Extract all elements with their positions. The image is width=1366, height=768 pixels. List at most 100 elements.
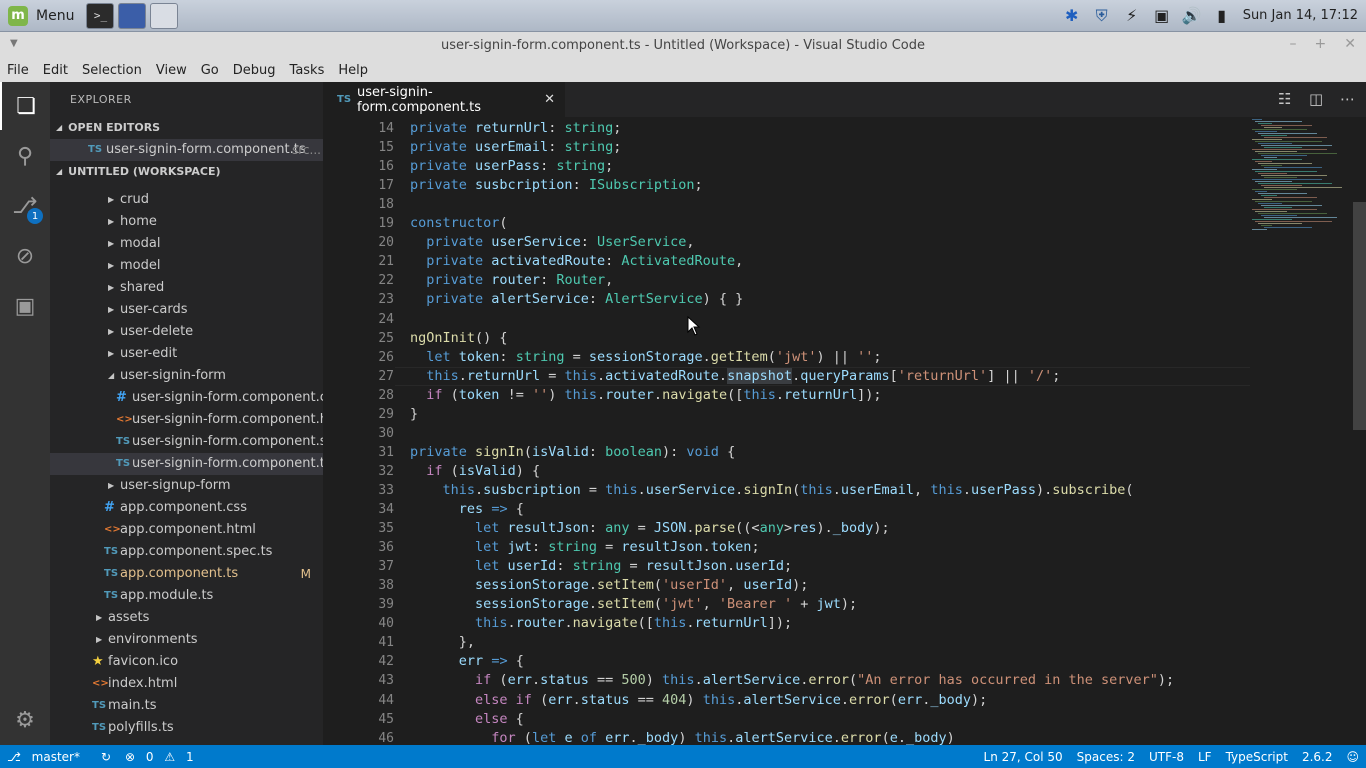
minimap-line	[1255, 171, 1317, 172]
menu-file[interactable]: File	[0, 63, 36, 78]
tree-item[interactable]: <> index.html	[50, 673, 323, 695]
tree-item-label: shared	[120, 280, 165, 295]
line-number: 15	[378, 140, 394, 156]
tree-item[interactable]: TS app.component.ts M	[50, 563, 323, 585]
tree-item[interactable]: TS main.ts	[50, 695, 323, 717]
minimap-line	[1261, 215, 1297, 216]
shield-icon[interactable]: ⛨	[1091, 5, 1113, 27]
menu-bar: File Edit Selection View Go Debug Tasks …	[0, 59, 1366, 82]
tree-item[interactable]: TS app.module.ts	[50, 585, 323, 607]
line-ending[interactable]: LF	[1191, 750, 1219, 764]
tree-item[interactable]: ▶ shared	[50, 277, 323, 299]
sync-icon[interactable]: ↻	[94, 750, 118, 764]
window-title: user-signin-form.component.ts - Untitled…	[440, 38, 926, 53]
menu-help[interactable]: Help	[331, 63, 375, 78]
code-line: res => {	[458, 501, 524, 517]
terminal-launcher-icon[interactable]: >_	[86, 2, 115, 29]
code-editor[interactable]: 14 private returnUrl: string; 15 private us…	[323, 117, 1366, 745]
close-tab-icon[interactable]: ✕	[544, 92, 555, 107]
maximize-icon[interactable]: +	[1315, 36, 1327, 52]
minimap-line	[1252, 219, 1292, 220]
minimap-line	[1252, 199, 1272, 200]
line-number: 21	[378, 254, 394, 270]
indentation[interactable]: Spaces: 2	[1070, 750, 1142, 764]
network-icon[interactable]: ⚡	[1121, 5, 1143, 27]
tree-item[interactable]: ▶ home	[50, 211, 323, 233]
explorer-icon[interactable]: ❏	[0, 82, 50, 130]
mint-logo-icon: m	[8, 5, 28, 26]
minimap-line	[1255, 141, 1322, 142]
collapsed-icon: ▶	[108, 349, 115, 358]
window-menu-icon[interactable]: ▼	[10, 38, 18, 49]
tree-item[interactable]: ▶ user-cards	[50, 299, 323, 321]
tree-item[interactable]: ★ favicon.ico	[50, 651, 323, 673]
ts-version[interactable]: 2.6.2	[1295, 750, 1340, 764]
open-changes-icon[interactable]: ☷	[1278, 90, 1291, 108]
tree-item[interactable]: ▶ crud	[50, 189, 323, 211]
git-branch[interactable]: ⎇ master*	[0, 750, 94, 764]
bluetooth-icon[interactable]: ✱	[1061, 5, 1083, 27]
menu-view[interactable]: View	[149, 63, 194, 78]
encoding[interactable]: UTF-8	[1142, 750, 1191, 764]
code-line: let resultJson: any = JSON.parse((<any>r…	[475, 520, 890, 537]
feedback-smiley-icon[interactable]: ☺	[1339, 750, 1366, 764]
tree-item[interactable]: ◢ user-signin-form	[50, 365, 323, 387]
code-line: private susbcription: ISubscription;	[410, 177, 703, 194]
source-control-icon[interactable]: ⎇	[0, 182, 50, 230]
volume-icon[interactable]: 🔊	[1181, 5, 1203, 27]
tree-item[interactable]: TS app.component.spec.ts	[50, 541, 323, 563]
language-mode[interactable]: TypeScript	[1219, 750, 1295, 764]
extensions-icon[interactable]: ▣	[0, 282, 50, 330]
tree-item[interactable]: ▶ user-signup-form	[50, 475, 323, 497]
debug-icon[interactable]: ⊘	[0, 232, 50, 280]
tree-item[interactable]: ▶ user-delete	[50, 321, 323, 343]
line-number: 22	[378, 273, 394, 289]
split-editor-icon[interactable]: ◫	[1309, 90, 1323, 108]
tree-item[interactable]: ▶ environments	[50, 629, 323, 651]
battery-icon[interactable]: ▮	[1211, 5, 1233, 27]
tab-user-signin-form-ts[interactable]: TS user-signin-form.component.ts ✕	[323, 82, 565, 117]
more-actions-icon[interactable]: ⋯	[1340, 90, 1355, 108]
menu-selection[interactable]: Selection	[75, 63, 149, 78]
tree-item[interactable]: TS user-signin-form.component.ts	[50, 453, 323, 475]
tree-item[interactable]: ▶ user-edit	[50, 343, 323, 365]
tree-item[interactable]: ▶ model	[50, 255, 323, 277]
menu-go[interactable]: Go	[194, 63, 226, 78]
line-number: 35	[378, 521, 394, 537]
menu-edit[interactable]: Edit	[36, 63, 75, 78]
minimap-line	[1252, 129, 1307, 130]
cursor-position[interactable]: Ln 27, Col 50	[977, 750, 1070, 764]
workspace-header[interactable]: ◢ UNTITLED (WORKSPACE)	[50, 161, 323, 183]
tree-item[interactable]: TS polyfills.ts	[50, 717, 323, 739]
tree-item[interactable]: # user-signin-form.component.css	[50, 387, 323, 409]
tree-item[interactable]: TS user-signin-form.component.s...	[50, 431, 323, 453]
window-launcher-icon[interactable]	[150, 2, 179, 29]
tree-item[interactable]: # app.component.css	[50, 497, 323, 519]
search-icon[interactable]: ⚲	[0, 132, 50, 180]
tree-item-label: user-cards	[120, 302, 188, 317]
settings-gear-icon[interactable]: ⚙	[0, 696, 50, 744]
ts-file-icon: TS	[104, 568, 119, 579]
os-menu-button[interactable]: m Menu	[0, 0, 82, 32]
open-editors-header[interactable]: ◢ OPEN EDITORS	[50, 117, 323, 139]
tree-item[interactable]: ▶ modal	[50, 233, 323, 255]
tree-item-label: home	[120, 214, 157, 229]
minimap-line	[1261, 165, 1282, 166]
ts-file-icon: TS	[104, 590, 119, 601]
clock[interactable]: Sun Jan 14, 17:12	[1243, 8, 1358, 23]
tree-item[interactable]: <> user-signin-form.component.h...	[50, 409, 323, 431]
menu-debug[interactable]: Debug	[226, 63, 283, 78]
scrollbar-thumb[interactable]	[1353, 202, 1366, 430]
media-icon[interactable]: ▣	[1151, 5, 1173, 27]
tree-item[interactable]: <> app.component.html	[50, 519, 323, 541]
tree-item[interactable]: ▶ assets	[50, 607, 323, 629]
problems-indicator[interactable]: ⊗ 0 ⚠ 1	[118, 750, 208, 764]
open-editor-item[interactable]: TS user-signin-form.component.ts src...	[50, 139, 323, 161]
editor-scrollbar[interactable]	[1353, 117, 1366, 745]
minimize-icon[interactable]: –	[1290, 36, 1297, 52]
menu-tasks[interactable]: Tasks	[283, 63, 332, 78]
close-window-icon[interactable]: ✕	[1344, 36, 1356, 52]
code-line: let userId: string = resultJson.userId;	[475, 558, 793, 575]
minimap[interactable]	[1248, 117, 1353, 237]
desktop-launcher-icon[interactable]	[118, 2, 147, 29]
